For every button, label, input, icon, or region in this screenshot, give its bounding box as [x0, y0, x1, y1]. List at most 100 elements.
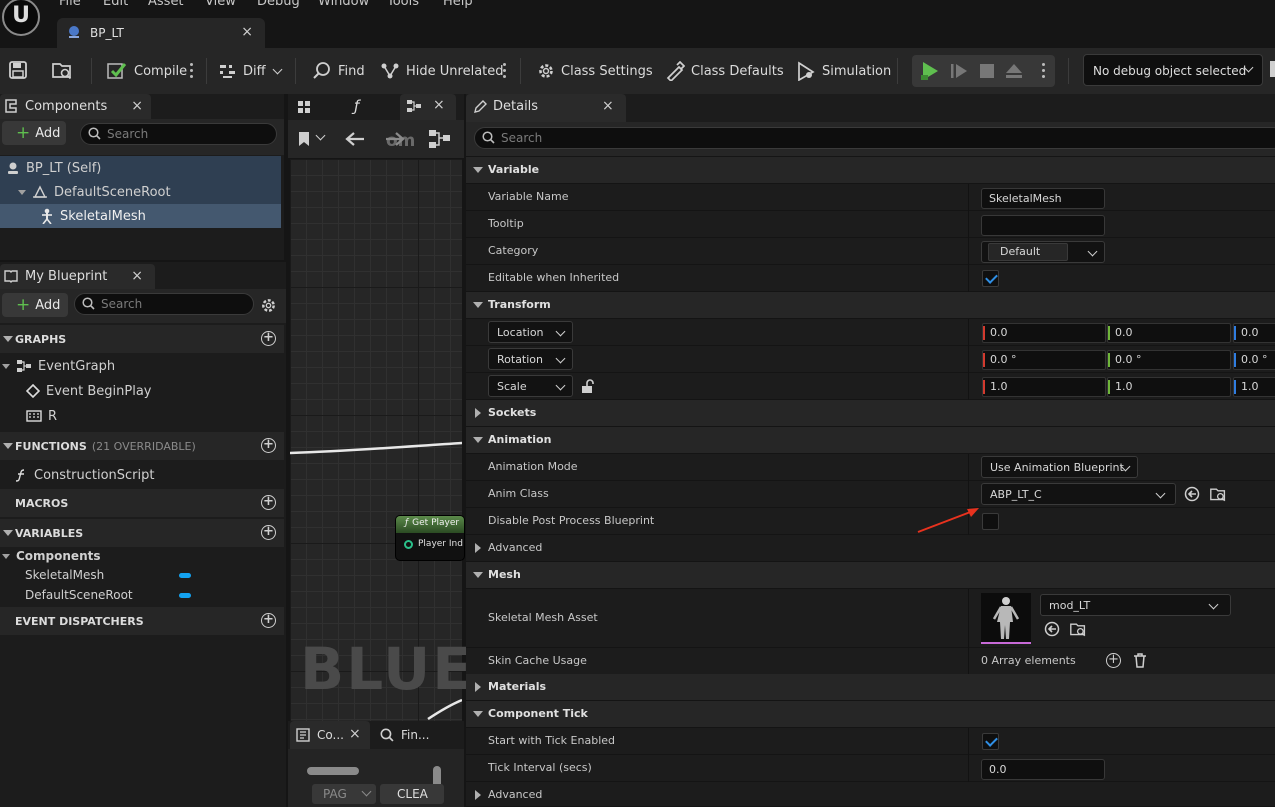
eject-icon[interactable]: [1005, 62, 1023, 80]
materials-section-header[interactable]: Materials: [466, 674, 1275, 701]
functions-section-header[interactable]: FUNCTIONS (21 OVERRIDABLE) +: [0, 432, 284, 460]
expand-arrow-icon[interactable]: [18, 189, 26, 195]
horizontal-scrollbar[interactable]: [307, 767, 359, 775]
my-blueprint-add-button[interactable]: + Add: [2, 293, 68, 317]
menu-asset[interactable]: Asset: [148, 0, 184, 9]
compiler-results-close-icon[interactable]: ×: [349, 726, 361, 742]
variable-section-header[interactable]: Variable: [466, 157, 1275, 184]
mesh-section-header[interactable]: Mesh: [466, 562, 1275, 589]
rotation-z-input[interactable]: 0.0 °: [1233, 350, 1275, 370]
variables-section-header[interactable]: VARIABLES +: [0, 519, 284, 547]
menu-tools[interactable]: Tools: [387, 0, 419, 9]
event-graph-close-icon[interactable]: ×: [433, 97, 445, 113]
use-selected-asset-icon[interactable]: [1184, 486, 1200, 502]
function-tab-icon[interactable]: ƒ: [354, 97, 359, 115]
expand-arrow-icon[interactable]: [2, 553, 10, 559]
components-add-button[interactable]: + Add: [2, 121, 66, 145]
play-icon[interactable]: [920, 61, 940, 81]
add-graph-icon[interactable]: +: [261, 331, 276, 346]
variable-name-input[interactable]: SkeletalMesh: [981, 188, 1105, 209]
add-dispatcher-icon[interactable]: +: [261, 613, 276, 628]
menu-file[interactable]: File: [59, 0, 81, 9]
editable-inherited-checkbox[interactable]: [982, 270, 999, 287]
browse-asset-icon[interactable]: [51, 60, 73, 80]
menu-view[interactable]: View: [205, 0, 236, 9]
back-arrow-icon[interactable]: [345, 131, 365, 147]
graph-options-icon[interactable]: [503, 62, 507, 80]
scale-z-input[interactable]: 1.0: [1233, 377, 1275, 397]
components-close-icon[interactable]: ×: [131, 98, 143, 114]
sockets-section-header[interactable]: Sockets: [466, 400, 1275, 427]
animation-section-header[interactable]: Animation: [466, 427, 1275, 454]
start-tick-checkbox[interactable]: [982, 733, 999, 750]
mesh-thumbnail[interactable]: [981, 593, 1031, 644]
tree-item-default-scene-root[interactable]: DefaultSceneRoot: [0, 180, 281, 204]
scale-y-input[interactable]: 1.0: [1107, 377, 1231, 397]
add-function-icon[interactable]: +: [261, 438, 276, 453]
details-tab[interactable]: Details ×: [466, 94, 626, 122]
anim-class-select[interactable]: ABP_LT_C: [981, 483, 1176, 505]
location-mode-select[interactable]: Location: [488, 321, 573, 343]
debug-object-select[interactable]: No debug object selected: [1083, 54, 1263, 86]
variable-category-components[interactable]: Components: [0, 548, 281, 564]
tick-interval-input[interactable]: 0.0: [981, 759, 1105, 780]
find-button[interactable]: Find: [312, 60, 365, 82]
settings-gear-icon[interactable]: [260, 297, 277, 314]
graph-canvas[interactable]: ƒ Get Player Player Ind BLUEF: [290, 159, 513, 721]
tooltip-input[interactable]: [981, 215, 1105, 236]
graphs-section-header[interactable]: GRAPHS +: [0, 325, 284, 353]
variable-item-skeletalmesh[interactable]: SkeletalMesh: [0, 565, 281, 585]
components-tab[interactable]: Components ×: [0, 94, 151, 119]
browse-asset-icon[interactable]: [1069, 621, 1087, 637]
component-tick-section-header[interactable]: Component Tick: [466, 701, 1275, 728]
bookmark-icon[interactable]: [298, 131, 310, 147]
add-macro-icon[interactable]: +: [261, 495, 276, 510]
location-y-input[interactable]: 0.0: [1107, 323, 1231, 343]
menu-debug[interactable]: Debug: [257, 0, 300, 9]
step-icon[interactable]: [950, 62, 968, 80]
expand-arrow-icon[interactable]: [2, 363, 10, 369]
forward-arrow-icon[interactable]: [385, 131, 405, 147]
details-search-input[interactable]: Search: [474, 127, 1275, 149]
location-x-input[interactable]: 0.0: [982, 323, 1106, 343]
animation-mode-select[interactable]: Use Animation Blueprint: [981, 456, 1138, 478]
animation-advanced-row[interactable]: Advanced: [466, 535, 1275, 562]
use-selected-asset-icon[interactable]: [1044, 621, 1060, 637]
graph-item-eventgraph[interactable]: EventGraph: [0, 354, 281, 378]
tick-advanced-row[interactable]: Advanced: [466, 782, 1275, 807]
trash-icon[interactable]: [1133, 653, 1147, 668]
location-z-input[interactable]: 0.0: [1233, 323, 1275, 343]
tree-item-self[interactable]: BP_LT (Self): [0, 156, 281, 180]
details-close-icon[interactable]: ×: [602, 98, 614, 114]
add-variable-icon[interactable]: +: [261, 525, 276, 540]
simulation-button[interactable]: Simulation: [796, 60, 891, 82]
graph-item-event-beginplay[interactable]: Event BeginPlay: [0, 379, 281, 403]
unreal-logo-icon[interactable]: U: [2, 0, 40, 36]
compiler-results-tab[interactable]: Co... ×: [290, 721, 370, 749]
rotation-y-input[interactable]: 0.0 °: [1107, 350, 1231, 370]
add-element-icon[interactable]: +: [1106, 653, 1121, 668]
disable-post-process-checkbox[interactable]: [982, 513, 999, 530]
my-blueprint-tab[interactable]: My Blueprint ×: [0, 264, 155, 289]
rotation-mode-select[interactable]: Rotation: [488, 348, 573, 370]
function-item-constructionscript[interactable]: ConstructionScript: [0, 463, 281, 487]
diff-button[interactable]: Diff: [219, 60, 283, 82]
variable-item-defaultsceneroot[interactable]: DefaultSceneRoot: [0, 585, 281, 605]
tree-item-skeletal-mesh[interactable]: SkeletalMesh: [0, 204, 281, 228]
document-tab-close-icon[interactable]: ×: [241, 24, 253, 40]
unlock-icon[interactable]: [581, 379, 595, 394]
compile-button[interactable]: Compile: [106, 60, 187, 82]
hide-unrelated-button[interactable]: Hide Unrelated: [380, 60, 504, 82]
find-results-tab[interactable]: Fin...: [378, 721, 458, 749]
event-dispatchers-section-header[interactable]: EVENT DISPATCHERS +: [0, 607, 284, 635]
skeletal-mesh-select[interactable]: mod_LT: [1040, 594, 1231, 616]
graph-item-r[interactable]: R: [0, 404, 281, 428]
scale-mode-select[interactable]: Scale: [488, 375, 573, 397]
browse-asset-icon[interactable]: [1209, 486, 1227, 502]
menu-edit[interactable]: Edit: [103, 0, 128, 9]
compile-options-icon[interactable]: [190, 62, 194, 80]
components-search-input[interactable]: Search: [80, 123, 277, 145]
output-pin-icon[interactable]: [404, 539, 413, 549]
my-blueprint-search-input[interactable]: Search: [74, 293, 254, 315]
menu-help[interactable]: Help: [443, 0, 473, 9]
